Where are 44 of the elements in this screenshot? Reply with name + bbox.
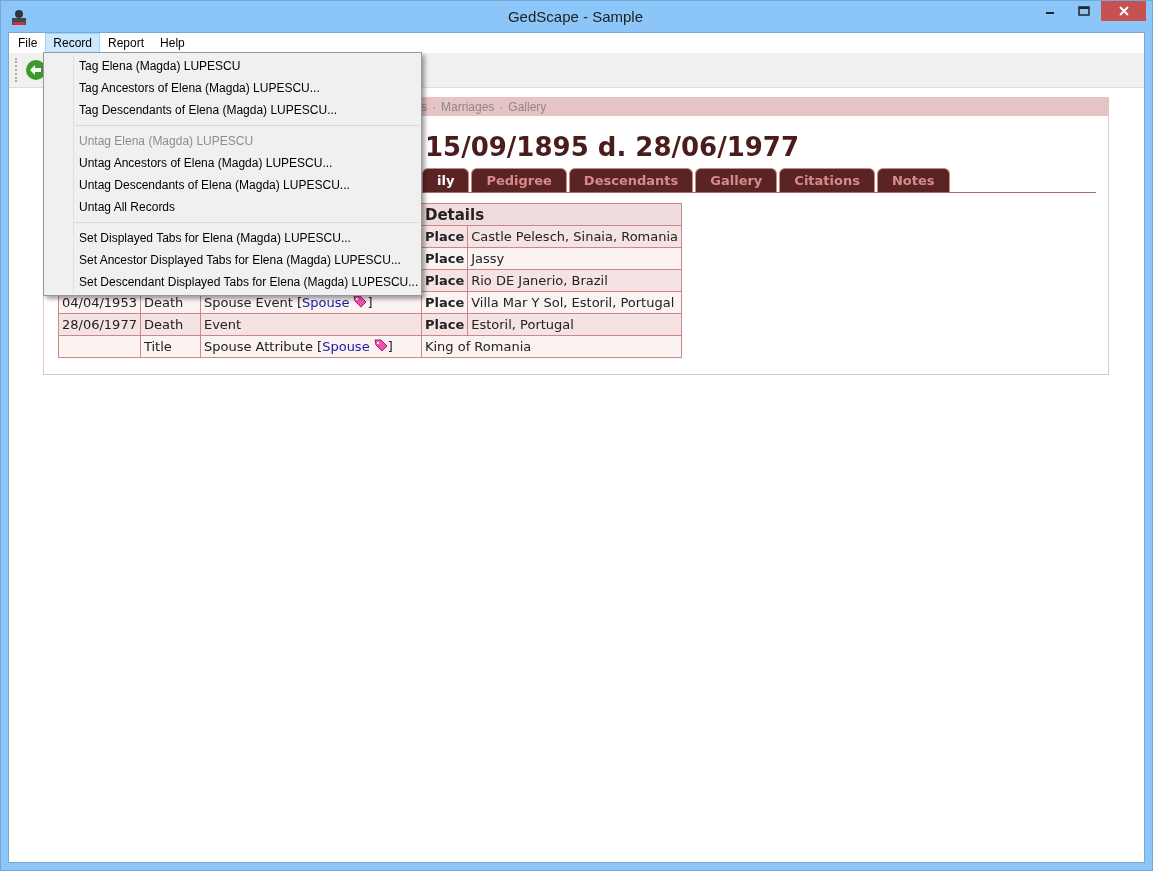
event-text: Spouse Event (203, 295, 293, 310)
event-text: Spouse Attribute (203, 339, 313, 354)
date-cell: 28/06/1977 (58, 313, 141, 336)
spouse-link[interactable]: Spouse (302, 295, 350, 310)
menu-item[interactable]: Untag All Records (44, 196, 421, 218)
menu-item[interactable]: Set Ancestor Displayed Tabs for Elena (Magda) LUPESCU... (44, 249, 421, 271)
menu-item[interactable]: Tag Descendants of Elena (Magda) LUPESCU... (44, 99, 421, 121)
menu-bar-item[interactable]: File (10, 33, 46, 53)
bracket: ] (387, 339, 393, 354)
close-icon (1118, 6, 1129, 16)
detail-cell: Rio DE Janerio, Brazil (467, 269, 682, 292)
menu-item[interactable]: Untag Descendants of Elena (Magda) LUPESCU... (44, 174, 421, 196)
close-button[interactable] (1101, 1, 1146, 21)
menu-bar-item[interactable]: Help (152, 33, 193, 53)
spouse-link[interactable]: Spouse (322, 339, 370, 354)
tab[interactable]: Pedigree (471, 168, 567, 192)
tab[interactable]: Gallery (695, 168, 778, 192)
details-header: Details (421, 203, 682, 226)
detail-cell: Estoril, Portugal (467, 313, 682, 336)
separator-dot: · (499, 100, 504, 114)
menu-bar-item[interactable]: Record (45, 33, 101, 53)
app-icon (10, 7, 28, 26)
detail-cell: Castle Pelesch, Sinaia, Romania (467, 225, 682, 248)
window-title: GedScape - Sample (506, 8, 645, 25)
menu-item[interactable]: Untag Ancestors of Elena (Magda) LUPESCU... (44, 152, 421, 174)
tab[interactable]: Descendants (568, 168, 694, 192)
detail-cell: Jassy (467, 247, 682, 270)
tab[interactable]: Citations (779, 168, 875, 192)
bracket: ] (367, 295, 373, 310)
menu-item[interactable]: Set Descendant Displayed Tabs for Elena (Magda) LUPESCU... (44, 271, 421, 293)
tab[interactable]: ily (422, 168, 470, 192)
maximize-icon (1078, 6, 1090, 16)
detail-cell: King of Romania (421, 335, 682, 358)
separator-dot: · (432, 100, 436, 114)
tag-icon (373, 339, 388, 352)
bracket: [ (317, 339, 323, 354)
person-heading: 15/09/1895 d. 28/06/1977 (425, 132, 801, 162)
event-text: Event (203, 317, 242, 332)
detail-cell: Villa Mar Y Sol, Estoril, Portugal (467, 291, 682, 314)
menu-bar-item[interactable]: Report (100, 33, 153, 53)
menu-item[interactable]: Set Displayed Tabs for Elena (Magda) LUPESCU... (44, 227, 421, 249)
menu-item[interactable]: Tag Ancestors of Elena (Magda) LUPESCU... (44, 77, 421, 99)
tab[interactable]: Notes (876, 168, 950, 192)
bracket: [ (296, 295, 302, 310)
